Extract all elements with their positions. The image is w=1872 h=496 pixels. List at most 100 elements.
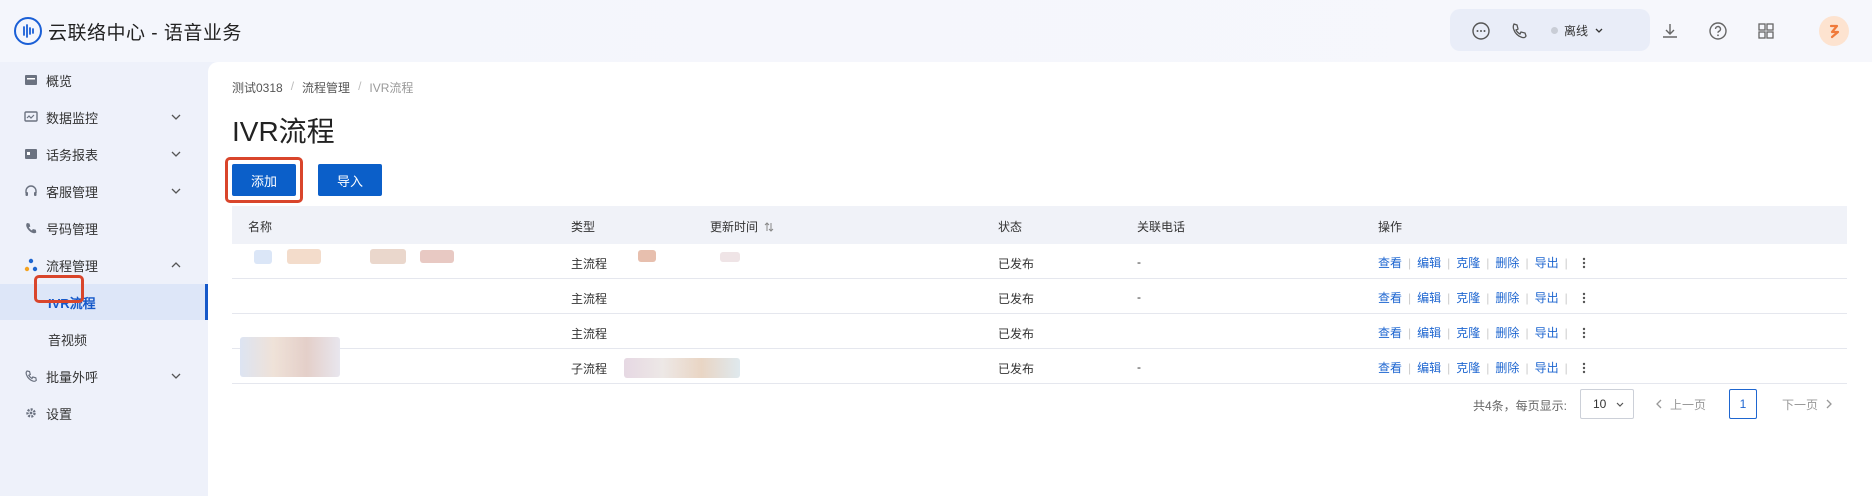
next-page-label: 下一页 (1782, 397, 1819, 412)
more-icon[interactable] (1578, 361, 1590, 375)
chat-icon[interactable] (1470, 20, 1492, 42)
redacted-name (287, 249, 321, 264)
export-link[interactable]: 导出 (1535, 254, 1559, 271)
clone-link[interactable]: 克隆 (1456, 289, 1480, 306)
view-link[interactable]: 查看 (1378, 359, 1402, 376)
prev-page-button[interactable]: 上一页 (1654, 389, 1706, 419)
sidebar-item-audio-video[interactable]: 音视频 (0, 321, 208, 357)
delete-link[interactable]: 删除 (1495, 289, 1519, 306)
avatar[interactable] (1819, 16, 1849, 46)
edit-link[interactable]: 编辑 (1417, 324, 1441, 341)
import-button[interactable]: 导入 (318, 164, 382, 196)
breadcrumb-separator: / (358, 79, 362, 93)
table-header: 名称 类型 更新时间 状态 关联电话 操作 (232, 206, 1847, 244)
app-title: 云联络中心 - 语音业务 (48, 23, 242, 44)
delete-link[interactable]: 删除 (1495, 359, 1519, 376)
export-link[interactable]: 导出 (1535, 289, 1559, 306)
divider: | (1486, 290, 1490, 305)
breadcrumb-current: IVR流程 (369, 81, 414, 95)
sidebar-item-data-monitor[interactable]: 数据监控 (0, 99, 208, 135)
table-row: 主流程 已发布 查看 | 编辑 | 克隆 | 删除 | 导出 | (232, 314, 1847, 349)
row-actions: 查看 | 编辑 | 克隆 | 删除 | 导出 | (1378, 289, 1590, 306)
flow-type: 主流程 (571, 327, 608, 341)
linked-phone: - (1137, 290, 1141, 304)
sidebar-item-label: 音视频 (48, 332, 88, 348)
sidebar-item-number-management[interactable]: 号码管理 (0, 210, 208, 246)
divider: | (1447, 325, 1451, 340)
highlight-box (34, 275, 84, 303)
chevron-down-icon (171, 373, 181, 379)
page-size-select[interactable]: 10 (1580, 389, 1634, 419)
sidebar-item-overview[interactable]: 概览 (0, 62, 208, 98)
sidebar-item-label: 话务报表 (46, 147, 99, 163)
sidebar-item-flow-management[interactable]: 流程管理 (0, 247, 208, 283)
outbound-icon (25, 370, 37, 382)
sidebar-item-label: 批量外呼 (46, 369, 99, 385)
headset-icon (25, 185, 37, 196)
row-actions: 查看 | 编辑 | 克隆 | 删除 | 导出 | (1378, 254, 1590, 271)
column-header-updated-time[interactable]: 更新时间 (710, 218, 774, 235)
clone-link[interactable]: 克隆 (1456, 254, 1480, 271)
chevron-left-icon (1656, 399, 1662, 409)
sidebar-item-settings[interactable]: 设置 (0, 395, 208, 431)
divider: | (1486, 325, 1490, 340)
page-size-value: 10 (1593, 397, 1607, 411)
phone-icon[interactable] (1508, 20, 1530, 42)
column-header-phone: 关联电话 (1137, 220, 1186, 234)
redacted-time (624, 358, 740, 378)
sidebar-item-label: 客服管理 (46, 184, 99, 200)
sidebar-item-traffic-report[interactable]: 话务报表 (0, 136, 208, 172)
edit-link[interactable]: 编辑 (1417, 359, 1441, 376)
page-title: IVR流程 (232, 116, 335, 147)
edit-link[interactable]: 编辑 (1417, 289, 1441, 306)
agent-status-dropdown[interactable]: 离线 (1551, 22, 1604, 39)
flow-type: 主流程 (571, 292, 608, 306)
sort-icon[interactable] (764, 221, 774, 232)
divider: | (1564, 255, 1568, 270)
more-icon[interactable] (1578, 326, 1590, 340)
view-link[interactable]: 查看 (1378, 324, 1402, 341)
divider: | (1525, 255, 1529, 270)
row-actions: 查看 | 编辑 | 克隆 | 删除 | 导出 | (1378, 359, 1590, 376)
more-icon[interactable] (1578, 291, 1590, 305)
divider: | (1447, 290, 1451, 305)
redacted-name (240, 337, 340, 377)
redacted-name (370, 249, 406, 264)
delete-link[interactable]: 删除 (1495, 254, 1519, 271)
column-header-name: 名称 (248, 220, 273, 234)
column-header-type: 类型 (571, 220, 596, 234)
table-row: 主流程 已发布 - 查看 | 编辑 | 克隆 | 删除 | 导出 | (232, 279, 1847, 314)
sidebar-item-label: 流程管理 (46, 258, 99, 274)
export-link[interactable]: 导出 (1535, 359, 1559, 376)
chevron-down-icon (171, 151, 181, 157)
sidebar-item-ivr-flow[interactable]: IVR流程 (0, 284, 208, 320)
clone-link[interactable]: 克隆 (1456, 324, 1480, 341)
sidebar-item-label: 号码管理 (46, 221, 99, 237)
chevron-down-icon (1595, 28, 1603, 33)
clone-link[interactable]: 克隆 (1456, 359, 1480, 376)
delete-link[interactable]: 删除 (1495, 324, 1519, 341)
more-icon[interactable] (1578, 256, 1590, 270)
flow-type: 主流程 (571, 257, 608, 271)
table-row: 子流程 已发布 - 查看 | 编辑 | 克隆 | 删除 | 导出 | (232, 337, 1847, 384)
page-number-current[interactable]: 1 (1729, 389, 1757, 419)
redacted-time (720, 252, 740, 262)
breadcrumb-item[interactable]: 测试0318 (232, 79, 283, 96)
breadcrumb-item[interactable]: 流程管理 (302, 79, 350, 96)
view-link[interactable]: 查看 (1378, 289, 1402, 306)
column-header-status: 状态 (998, 220, 1023, 234)
divider: | (1408, 360, 1412, 375)
sidebar-item-batch-outbound[interactable]: 批量外呼 (0, 358, 208, 394)
grid-icon[interactable] (1755, 20, 1777, 42)
export-link[interactable]: 导出 (1535, 324, 1559, 341)
download-icon[interactable] (1659, 20, 1681, 42)
status-label: 离线 (1564, 24, 1589, 38)
help-icon[interactable] (1707, 20, 1729, 42)
view-link[interactable]: 查看 (1378, 254, 1402, 271)
edit-link[interactable]: 编辑 (1417, 254, 1441, 271)
flow-status: 已发布 (998, 292, 1035, 306)
sidebar-item-label: 设置 (46, 406, 73, 422)
next-page-button[interactable]: 下一页 (1782, 389, 1834, 419)
sidebar-item-agent-management[interactable]: 客服管理 (0, 173, 208, 209)
chevron-right-icon (1826, 399, 1832, 409)
